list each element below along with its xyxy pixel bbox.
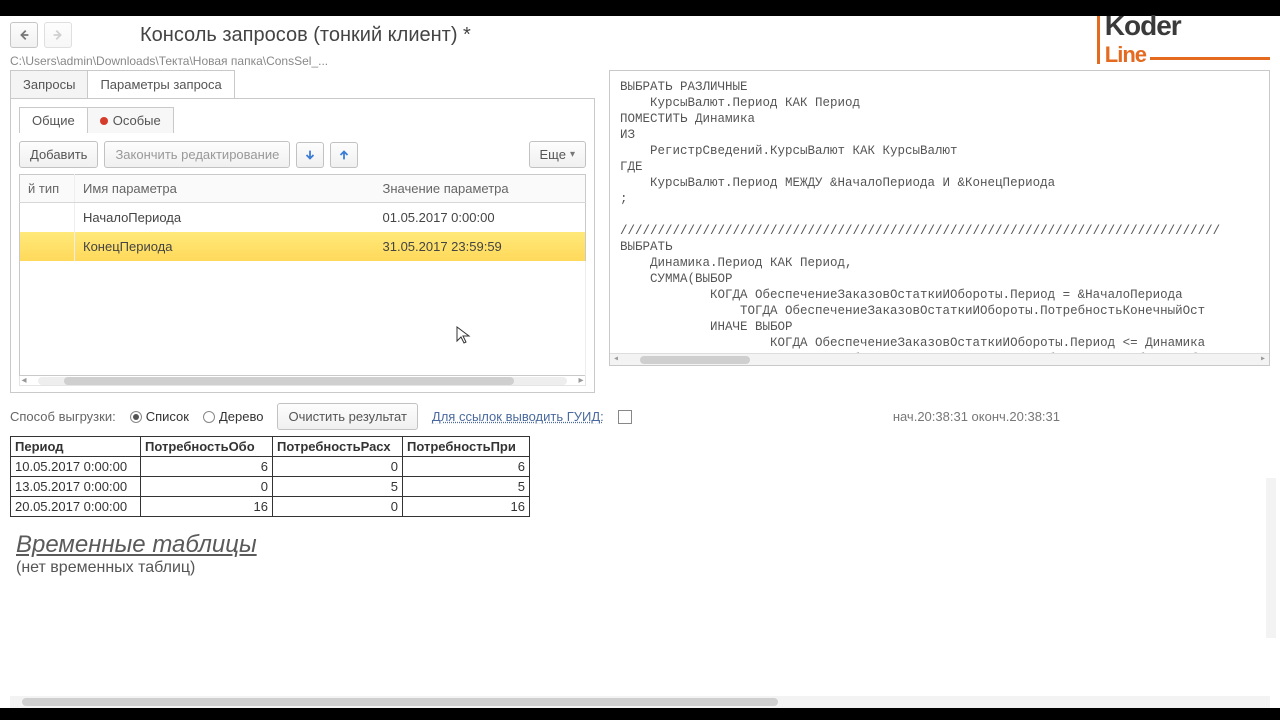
link-output-guid[interactable]: Для ссылок выводить ГУИД:: [432, 409, 604, 424]
result-header[interactable]: ПотребностьРасх: [273, 437, 403, 457]
result-table[interactable]: Период ПотребностьОбо ПотребностьРасх По…: [10, 436, 530, 517]
result-header[interactable]: ПотребностьПри: [403, 437, 530, 457]
query-code-editor[interactable]: ВЫБРАТЬ РАЗЛИЧНЫЕ КурсыВалют.Период КАК …: [609, 70, 1270, 366]
param-row[interactable]: КонецПериода 31.05.2017 23:59:59: [20, 232, 586, 261]
arrow-right-icon: [51, 28, 65, 42]
param-row[interactable]: НачалоПериода 01.05.2017 0:00:00: [20, 203, 586, 233]
window-title: Консоль запросов (тонкий клиент) *: [140, 24, 471, 47]
file-path: C:\Users\admin\Downloads\Текта\Новая пап…: [0, 48, 1280, 70]
temp-tables-empty: (нет временных таблиц): [0, 559, 1280, 577]
add-button[interactable]: Добавить: [19, 141, 98, 168]
export-mode-label: Способ выгрузки:: [10, 409, 116, 424]
radio-list-label: Список: [146, 409, 189, 424]
chevron-down-icon: ▾: [570, 149, 575, 160]
more-button-label: Еще: [540, 147, 566, 162]
radio-tree[interactable]: Дерево: [203, 409, 263, 424]
col-type-header[interactable]: й тип: [20, 175, 75, 203]
checkbox-output-guid[interactable]: [618, 410, 632, 424]
brand-logo: Koder Line: [1105, 10, 1270, 68]
tab-queries[interactable]: Запросы: [10, 70, 88, 98]
code-horizontal-scrollbar[interactable]: ◂▸: [610, 353, 1269, 365]
more-button[interactable]: Еще ▾: [529, 141, 586, 168]
param-name: КонецПериода: [75, 232, 375, 261]
nav-forward-button[interactable]: [44, 22, 72, 48]
move-up-button[interactable]: [330, 142, 358, 168]
radio-list[interactable]: Список: [130, 409, 189, 424]
timing-info: нач.20:38:31 оконч.20:38:31: [893, 409, 1270, 424]
param-value: 31.05.2017 23:59:59: [375, 232, 586, 261]
clear-result-button[interactable]: Очистить результат: [277, 403, 417, 430]
move-down-button[interactable]: [296, 142, 324, 168]
finish-editing-button[interactable]: Закончить редактирование: [104, 141, 290, 168]
arrow-down-icon: [303, 148, 317, 162]
page-horizontal-scrollbar[interactable]: [10, 696, 1270, 708]
arrow-left-icon: [17, 28, 31, 42]
result-vertical-scrollbar[interactable]: [1266, 478, 1276, 638]
result-row[interactable]: 10.05.2017 0:00:00606: [11, 457, 530, 477]
param-value: 01.05.2017 0:00:00: [375, 203, 586, 233]
subtab-special-label: Особые: [113, 113, 161, 128]
subtab-common[interactable]: Общие: [19, 107, 88, 133]
radio-tree-label: Дерево: [219, 409, 263, 424]
result-header[interactable]: ПотребностьОбо: [141, 437, 273, 457]
query-code-text: ВЫБРАТЬ РАЗЛИЧНЫЕ КурсыВалют.Период КАК …: [620, 80, 1220, 366]
nav-back-button[interactable]: [10, 22, 38, 48]
result-header[interactable]: Период: [11, 437, 141, 457]
result-row[interactable]: 13.05.2017 0:00:00055: [11, 477, 530, 497]
col-name-header[interactable]: Имя параметра: [75, 175, 375, 203]
subtab-special[interactable]: Особые: [88, 107, 174, 133]
col-value-header[interactable]: Значение параметра: [375, 175, 586, 203]
warning-icon: [100, 117, 108, 125]
arrow-up-icon: [337, 148, 351, 162]
temp-tables-title: Временные таблицы: [0, 517, 1280, 559]
tab-query-params[interactable]: Параметры запроса: [88, 70, 234, 98]
horizontal-scrollbar[interactable]: ◂▸: [19, 376, 586, 386]
result-row[interactable]: 20.05.2017 0:00:0016016: [11, 497, 530, 517]
param-name: НачалоПериода: [75, 203, 375, 233]
